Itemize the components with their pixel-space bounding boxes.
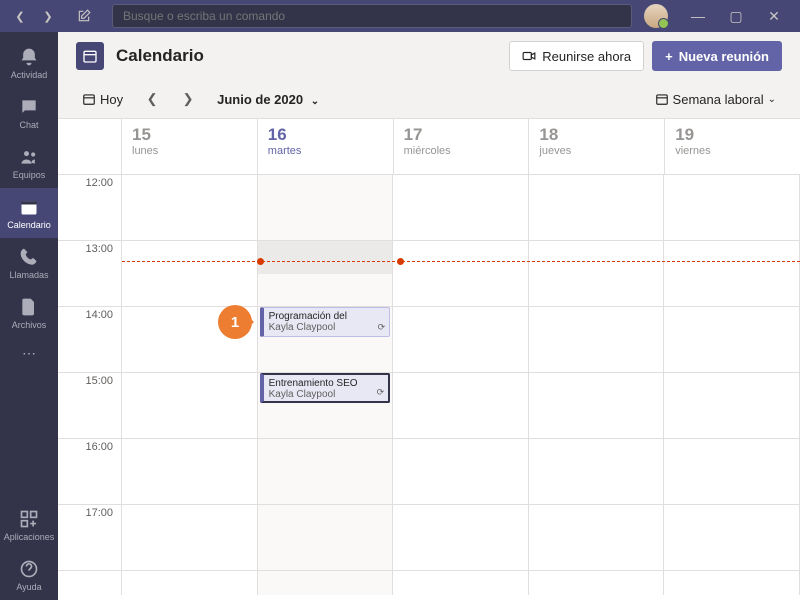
tutorial-callout: 1 — [218, 305, 252, 339]
rail-calls[interactable]: Llamadas — [0, 238, 58, 288]
rail-help[interactable]: Ayuda — [0, 550, 58, 600]
event-organizer: Kayla Claypool — [269, 389, 384, 400]
event-title: Programación del — [269, 311, 385, 322]
recurring-icon: ⟳ — [378, 322, 386, 333]
rail-teams[interactable]: Equipos — [0, 138, 58, 188]
chevron-down-icon: ⌄ — [768, 94, 776, 105]
view-selector[interactable]: Semana laboral ⌄ — [649, 88, 782, 111]
button-label: Hoy — [100, 92, 123, 107]
calendar-event[interactable]: Programación del Kayla Claypool ⟳ — [260, 307, 391, 337]
day-header[interactable]: 16martes — [258, 119, 394, 174]
chevron-down-icon: ⌄ — [311, 96, 319, 107]
day-column[interactable]: Programación del Kayla Claypool ⟳ Entren… — [258, 175, 394, 595]
search-input[interactable] — [123, 9, 621, 23]
window-controls: — ▢ ✕ — [680, 4, 792, 28]
minimize-button[interactable]: — — [680, 4, 716, 28]
day-header[interactable]: 15lunes — [122, 119, 258, 174]
nav-back[interactable]: ❮ — [8, 4, 32, 28]
prev-button[interactable]: ❮ — [139, 91, 165, 107]
day-column[interactable] — [393, 175, 529, 595]
today-button[interactable]: Hoy — [76, 88, 129, 111]
rail-label: Chat — [19, 120, 38, 130]
rail-label: Llamadas — [9, 270, 48, 280]
month-label: Junio de 2020 — [217, 92, 303, 107]
next-button[interactable]: ❯ — [175, 91, 201, 107]
day-column[interactable] — [529, 175, 665, 595]
rail-label: Ayuda — [16, 582, 41, 592]
month-selector[interactable]: Junio de 2020 ⌄ — [217, 92, 319, 107]
page-header: Calendario Reunirse ahora + Nueva reunió… — [58, 32, 800, 80]
recurring-icon: ⟳ — [377, 387, 385, 398]
day-column[interactable] — [122, 175, 258, 595]
search-input-wrapper[interactable] — [112, 4, 632, 28]
button-label: Reunirse ahora — [542, 49, 631, 64]
current-time-block — [258, 241, 393, 274]
user-avatar[interactable] — [644, 4, 668, 28]
calendar-icon — [76, 42, 104, 70]
rail-apps[interactable]: Aplicaciones — [0, 500, 58, 550]
current-time-line — [122, 261, 800, 262]
page-title: Calendario — [116, 46, 204, 66]
button-label: Nueva reunión — [679, 49, 769, 64]
calendar-grid: 15lunes 16martes 17miércoles 18jueves 19… — [58, 118, 800, 600]
rail-label: Calendario — [7, 220, 51, 230]
day-column[interactable] — [664, 175, 800, 595]
rail-label: Equipos — [13, 170, 46, 180]
time-gutter: 12:00 13:00 14:00 15:00 16:00 17:00 — [58, 175, 122, 595]
nav-forward[interactable]: ❯ — [36, 4, 60, 28]
rail-label: Archivos — [12, 320, 47, 330]
close-button[interactable]: ✕ — [756, 4, 792, 28]
app-rail: Actividad Chat Equipos Calendario Llamad… — [0, 32, 58, 600]
event-organizer: Kayla Claypool — [269, 322, 385, 333]
rail-label: Actividad — [11, 70, 48, 80]
maximize-button[interactable]: ▢ — [718, 4, 754, 28]
compose-icon[interactable] — [72, 4, 96, 28]
view-label: Semana laboral — [673, 92, 764, 107]
day-header[interactable]: 19viernes — [665, 119, 800, 174]
rail-more[interactable]: ⋯ — [0, 338, 58, 368]
plus-icon: + — [665, 49, 673, 64]
rail-calendar[interactable]: Calendario — [0, 188, 58, 238]
day-header[interactable]: 18jueves — [529, 119, 665, 174]
meet-now-button[interactable]: Reunirse ahora — [509, 41, 644, 71]
rail-files[interactable]: Archivos — [0, 288, 58, 338]
event-title: Entrenamiento SEO — [269, 378, 384, 389]
new-meeting-button[interactable]: + Nueva reunión — [652, 41, 782, 71]
day-header[interactable]: 17miércoles — [394, 119, 530, 174]
calendar-toolbar: Hoy ❮ ❯ Junio de 2020 ⌄ Semana laboral ⌄ — [58, 80, 800, 118]
rail-activity[interactable]: Actividad — [0, 38, 58, 88]
calendar-event[interactable]: Entrenamiento SEO Kayla Claypool ⟳ — [260, 373, 391, 403]
rail-label: Aplicaciones — [4, 532, 55, 542]
rail-chat[interactable]: Chat — [0, 88, 58, 138]
